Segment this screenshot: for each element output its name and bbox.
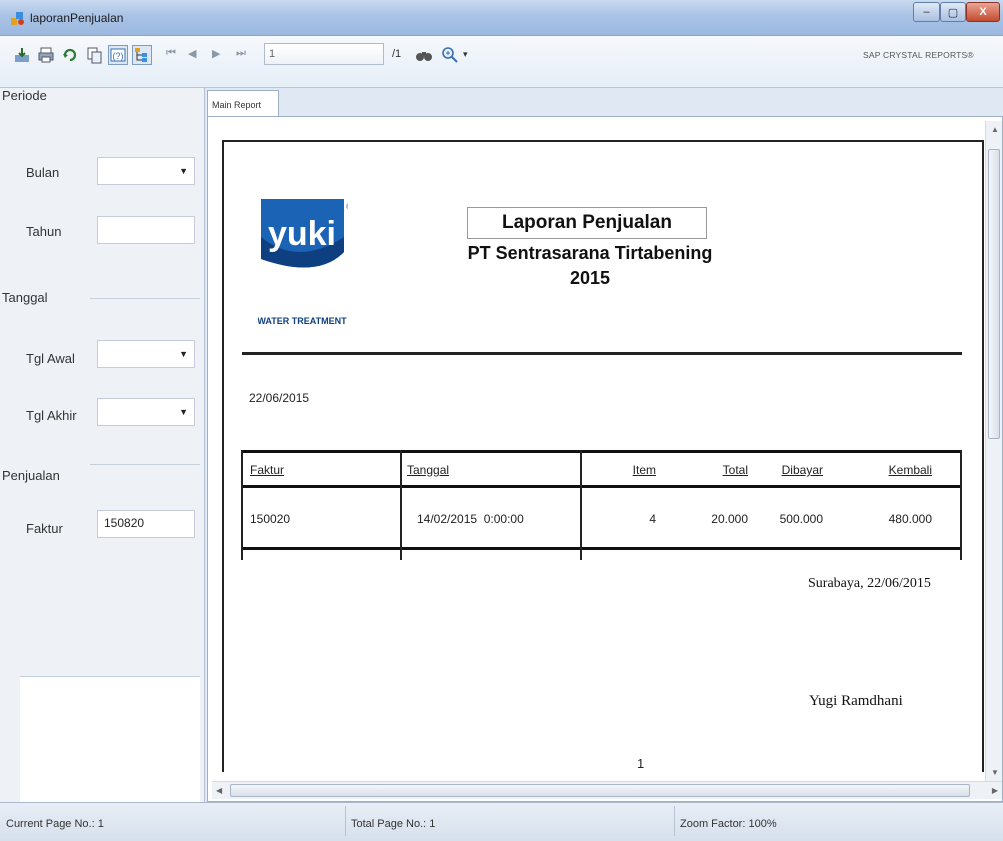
scroll-left-icon[interactable]: ◀ (216, 786, 222, 795)
tgl-awal-dropdown[interactable]: ▼ (97, 340, 195, 368)
page-total-label: /1 (392, 48, 402, 60)
close-button[interactable]: X (966, 2, 1000, 22)
col-header-faktur: Faktur (250, 463, 285, 477)
tab-main-report[interactable]: Main Report (207, 90, 279, 116)
divider (90, 298, 200, 299)
col-header-total: Total (722, 463, 748, 477)
bulan-dropdown[interactable]: ▼ (97, 157, 195, 185)
table-column-divider (580, 450, 582, 560)
cell-faktur: 150020 (250, 512, 291, 526)
report-year: 2015 (569, 268, 611, 288)
report-toolbar: (?) ⏮ ◀ ▶ ⏭ /1 ▾ SAP CRYSTAL REPORTS® (0, 36, 1003, 88)
tgl-awal-label: Tgl Awal (26, 351, 75, 366)
bulan-label: Bulan (26, 165, 60, 180)
svg-text:®: ® (346, 203, 348, 211)
divider (90, 464, 200, 465)
logo-subtitle: WATER TREATMENT (258, 316, 347, 326)
group-tree-icon[interactable] (132, 45, 152, 65)
horizontal-scroll-thumb[interactable] (230, 784, 970, 797)
cell-dibayar: 500.000 (779, 512, 823, 526)
faktur-input[interactable]: 150820 (97, 510, 195, 538)
faktur-label: Faktur (26, 521, 63, 536)
table-border-bottom (241, 547, 962, 550)
logo-wordmark: yuki (268, 215, 336, 253)
status-total-page: Total Page No.: 1 (351, 818, 436, 830)
minimize-button[interactable]: – (913, 2, 940, 22)
table-column-divider (400, 450, 402, 560)
chevron-down-icon: ▼ (179, 349, 188, 359)
cell-item: 4 (649, 512, 656, 526)
page-number-input[interactable] (264, 43, 384, 65)
status-divider (345, 806, 346, 836)
tahun-label: Tahun (26, 224, 62, 239)
parameter-panel-icon[interactable]: (?) (108, 45, 128, 65)
col-header-item: Item (632, 463, 656, 477)
prev-page-icon[interactable]: ◀ (188, 47, 196, 60)
chevron-down-icon: ▼ (179, 166, 188, 176)
window-title: laporanPenjualan (30, 11, 124, 25)
chevron-down-icon: ▼ (179, 407, 188, 417)
col-header-kembali: Kembali (888, 463, 932, 477)
scroll-up-icon[interactable]: ▲ (991, 125, 999, 134)
table-border-top (241, 450, 962, 453)
report-title: Laporan Penjualan (467, 207, 707, 239)
col-header-dibayar: Dibayar (781, 463, 823, 477)
panel-empty-area (20, 676, 200, 802)
parameter-panel: Periode Bulan ▼ Tahun Tanggal Tgl Awal ▼… (0, 88, 205, 802)
signature-place-date: Surabaya, 22/06/2015 (808, 576, 931, 591)
company-name: PT Sentrasarana Tirtabening (467, 243, 713, 263)
app-icon (11, 12, 24, 25)
yuki-logo: yuki ® WATER TREATMENT (258, 199, 348, 326)
table-column-divider (241, 450, 243, 560)
zoom-icon[interactable] (440, 45, 460, 65)
status-divider (674, 806, 675, 836)
cell-total: 20.000 (711, 512, 748, 526)
refresh-icon[interactable] (60, 45, 80, 65)
vertical-scrollbar[interactable]: ▲ ▼ (985, 121, 1002, 781)
section-periode-header: Periode (2, 88, 47, 103)
print-icon[interactable] (36, 45, 56, 65)
last-page-icon[interactable]: ⏭ (236, 47, 246, 60)
title-bar: laporanPenjualan – ▢ X (0, 0, 1003, 36)
copy-icon[interactable] (84, 45, 104, 65)
table-header-divider (241, 485, 962, 488)
zoom-dropdown-arrow-icon[interactable]: ▾ (463, 49, 468, 60)
section-penjualan-header: Penjualan (2, 468, 60, 483)
next-page-icon[interactable]: ▶ (212, 47, 220, 60)
table-column-divider (960, 450, 962, 560)
brand-label: SAP CRYSTAL REPORTS® (863, 50, 974, 60)
scroll-down-icon[interactable]: ▼ (991, 768, 999, 777)
status-current-page: Current Page No.: 1 (6, 818, 104, 830)
report-date: 22/06/2015 (249, 391, 310, 405)
cell-tanggal: 14/02/2015 0:00:00 (417, 512, 524, 526)
export-icon[interactable] (12, 45, 32, 65)
find-icon[interactable] (414, 45, 434, 65)
scroll-right-icon[interactable]: ▶ (992, 786, 998, 795)
cell-kembali: 480.000 (888, 512, 932, 526)
vertical-scroll-thumb[interactable] (988, 149, 1000, 439)
status-zoom: Zoom Factor: 100% (680, 818, 777, 830)
tahun-input[interactable] (97, 216, 195, 244)
svg-text:(?): (?) (113, 51, 124, 61)
tgl-akhir-label: Tgl Akhir (26, 408, 77, 423)
tgl-akhir-dropdown[interactable]: ▼ (97, 398, 195, 426)
first-page-icon[interactable]: ⏮ (166, 47, 176, 60)
signature-name: Yugi Ramdhani (809, 693, 903, 709)
page-number: 1 (637, 756, 645, 771)
header-divider (242, 352, 962, 355)
horizontal-scrollbar[interactable]: ◀ ▶ (212, 781, 1002, 799)
status-bar: Current Page No.: 1 Total Page No.: 1 Zo… (0, 802, 1003, 841)
maximize-button[interactable]: ▢ (940, 2, 966, 22)
col-header-tanggal: Tanggal (407, 463, 450, 477)
